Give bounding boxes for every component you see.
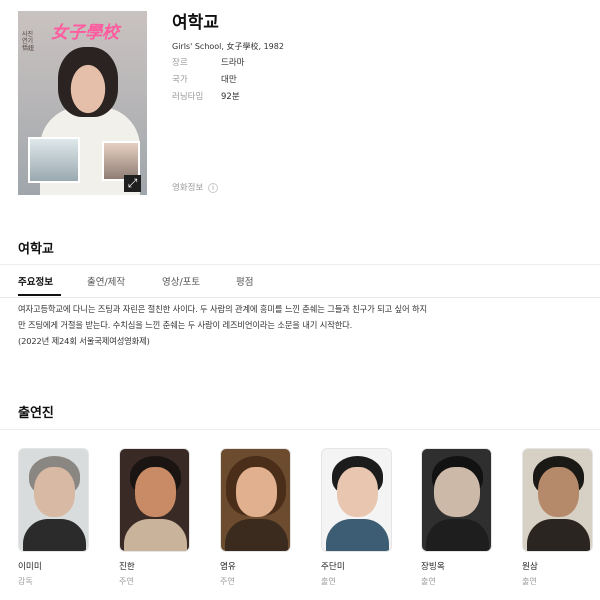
- cast-card[interactable]: 장빙옥 출연: [421, 448, 492, 587]
- cast-name[interactable]: 진한: [119, 560, 190, 572]
- cast-card[interactable]: 주단미 출연: [321, 448, 392, 587]
- detail-value: 대만: [221, 75, 237, 85]
- cast-card[interactable]: 원삼 출연: [522, 448, 593, 587]
- photo-face: [34, 467, 75, 517]
- movie-description: 여자고등학교에 다니는 즈팅과 자린은 절친한 사이다. 두 사람의 관계에 흥…: [18, 301, 538, 349]
- detail-value: 92분: [221, 92, 240, 102]
- tab-bar: 주요정보 출연/제작 영상/포토 평점: [0, 264, 600, 298]
- cast-photo[interactable]: [421, 448, 492, 552]
- detail-value: 드라마: [221, 58, 245, 68]
- tab-rating[interactable]: 평점: [236, 274, 253, 288]
- photo-body: [527, 519, 590, 551]
- cast-role: 주연: [220, 577, 235, 586]
- cast-name[interactable]: 원삼: [522, 560, 593, 572]
- cast-card[interactable]: 진한 주연: [119, 448, 190, 587]
- cast-role: 출연: [522, 577, 537, 586]
- cast-section-title: 출연진: [18, 406, 54, 421]
- description-line: 만 즈팅에게 거절을 받는다. 수치심을 느낀 춘쉐는 두 사람이 레즈비언이라…: [18, 320, 353, 330]
- movie-info-link[interactable]: 영화정보 i: [172, 181, 218, 193]
- detail-genre: 장르 드라마: [172, 56, 392, 73]
- photo-body: [225, 519, 288, 551]
- cast-name[interactable]: 장빙옥: [421, 560, 492, 572]
- cast-role: 주연: [119, 577, 134, 586]
- cast-name[interactable]: 이미미: [18, 560, 89, 572]
- detail-key: 국가: [172, 75, 188, 85]
- movie-title: 여학교: [172, 13, 219, 33]
- divider: [0, 429, 600, 430]
- photo-body: [23, 519, 86, 551]
- movie-poster[interactable]: 女子學校 사진 연기 恬妞 ⤢: [18, 11, 147, 195]
- poster-figure-face: [58, 47, 118, 117]
- detail-country: 국가 대만: [172, 73, 392, 90]
- cast-card[interactable]: 염유 주연: [220, 448, 291, 587]
- photo-face: [337, 467, 378, 517]
- detail-runtime: 러닝타임 92분: [172, 90, 392, 107]
- photo-face: [135, 467, 176, 517]
- tab-main-info[interactable]: 주요정보: [18, 274, 53, 288]
- cast-name[interactable]: 염유: [220, 560, 291, 572]
- poster-title: 女子學校: [51, 22, 119, 43]
- movie-subtitle: Girls' School, 女子學校, 1982: [172, 42, 284, 51]
- photo-face: [434, 467, 480, 517]
- movie-details: 장르 드라마 국가 대만 러닝타임 92분: [172, 56, 392, 107]
- detail-key: 장르: [172, 58, 188, 68]
- cast-role: 감독: [18, 577, 33, 586]
- photo-body: [124, 519, 187, 551]
- active-tab-indicator: [18, 294, 61, 296]
- tab-cast-crew[interactable]: 출연/제작: [87, 274, 125, 288]
- cast-role: 출연: [321, 577, 336, 586]
- poster-side-text: 사진 연기 恬妞: [22, 31, 35, 52]
- section-title: 여학교: [18, 242, 54, 257]
- detail-key: 러닝타임: [172, 92, 204, 102]
- info-icon[interactable]: i: [207, 183, 218, 193]
- description-source: (2022년 제24회 서울국제여성영화제): [18, 336, 150, 346]
- cast-photo[interactable]: [321, 448, 392, 552]
- photo-face: [538, 467, 579, 517]
- cast-role: 출연: [421, 577, 436, 586]
- cast-card[interactable]: 이미미 감독: [18, 448, 89, 587]
- movie-info: 여학교 Girls' School, 女子學校, 1982 장르 드라마 국가 …: [172, 8, 284, 102]
- description-line: 여자고등학교에 다니는 즈팅과 자린은 절친한 사이다. 두 사람의 관계에 흥…: [18, 304, 427, 314]
- photo-face: [236, 467, 277, 517]
- tab-video-photo[interactable]: 영상/포토: [162, 274, 200, 288]
- cast-name[interactable]: 주단미: [321, 560, 392, 572]
- cast-photo[interactable]: [119, 448, 190, 552]
- cast-photo[interactable]: [522, 448, 593, 552]
- photo-body: [326, 519, 389, 551]
- movie-info-label: 영화정보: [172, 183, 204, 193]
- cast-photo[interactable]: [18, 448, 89, 552]
- cast-photo[interactable]: [220, 448, 291, 552]
- expand-icon[interactable]: ⤢: [124, 175, 141, 192]
- poster-inset-classroom: [28, 137, 80, 183]
- photo-body: [426, 519, 489, 551]
